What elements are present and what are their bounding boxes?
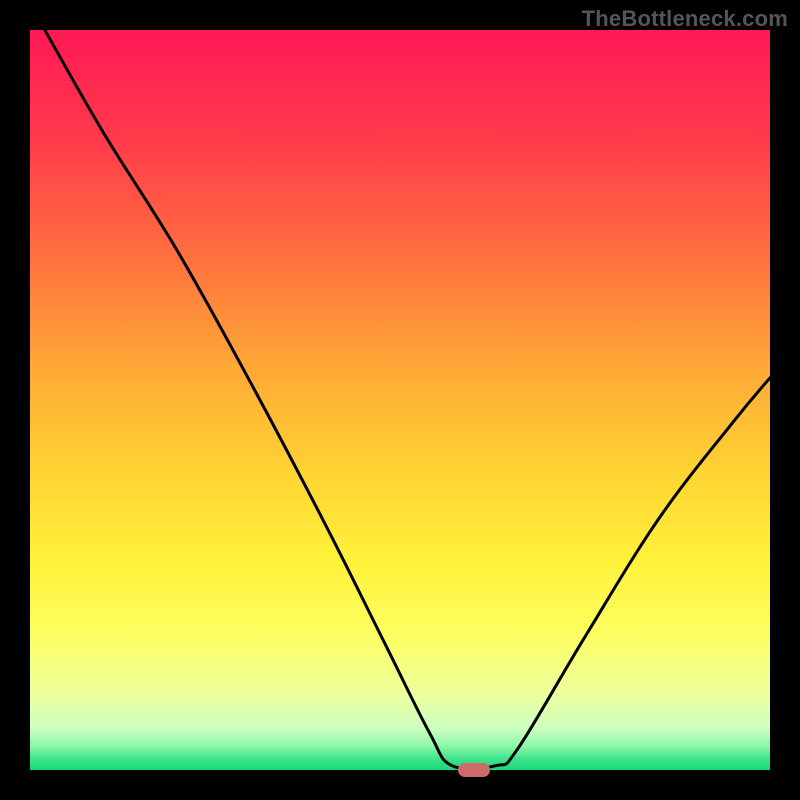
chart-frame: TheBottleneck.com — [0, 0, 800, 800]
optimal-point-marker — [458, 763, 490, 777]
bottleneck-curve — [30, 30, 770, 770]
plot-area — [30, 30, 770, 770]
watermark-text: TheBottleneck.com — [582, 6, 788, 32]
